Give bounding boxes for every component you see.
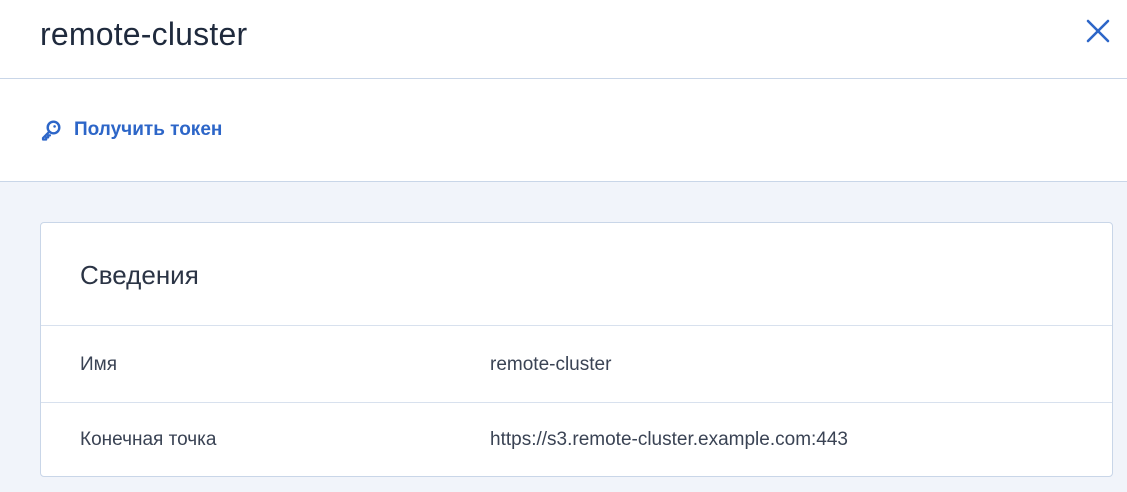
row-label-endpoint: Конечная точка [80, 429, 217, 450]
close-icon [1086, 19, 1110, 43]
details-card: Сведения Имя remote-cluster Конечная точ… [40, 222, 1113, 477]
get-token-button[interactable]: Получить токен [40, 119, 222, 141]
close-button[interactable] [1083, 16, 1113, 46]
page-title: remote-cluster [40, 16, 248, 52]
row-value-endpoint: https://s3.remote-cluster.example.com:44… [490, 429, 848, 450]
action-toolbar: Получить токен [0, 79, 1127, 182]
divider [41, 325, 1112, 326]
panel-header: remote-cluster [0, 0, 1127, 79]
get-token-label: Получить токен [74, 119, 223, 140]
row-value-name: remote-cluster [490, 354, 612, 375]
key-icon [40, 119, 62, 141]
row-label-name: Имя [80, 354, 118, 375]
divider [41, 402, 1112, 403]
details-title: Сведения [80, 260, 199, 290]
content-area: Сведения Имя remote-cluster Конечная точ… [0, 182, 1127, 492]
